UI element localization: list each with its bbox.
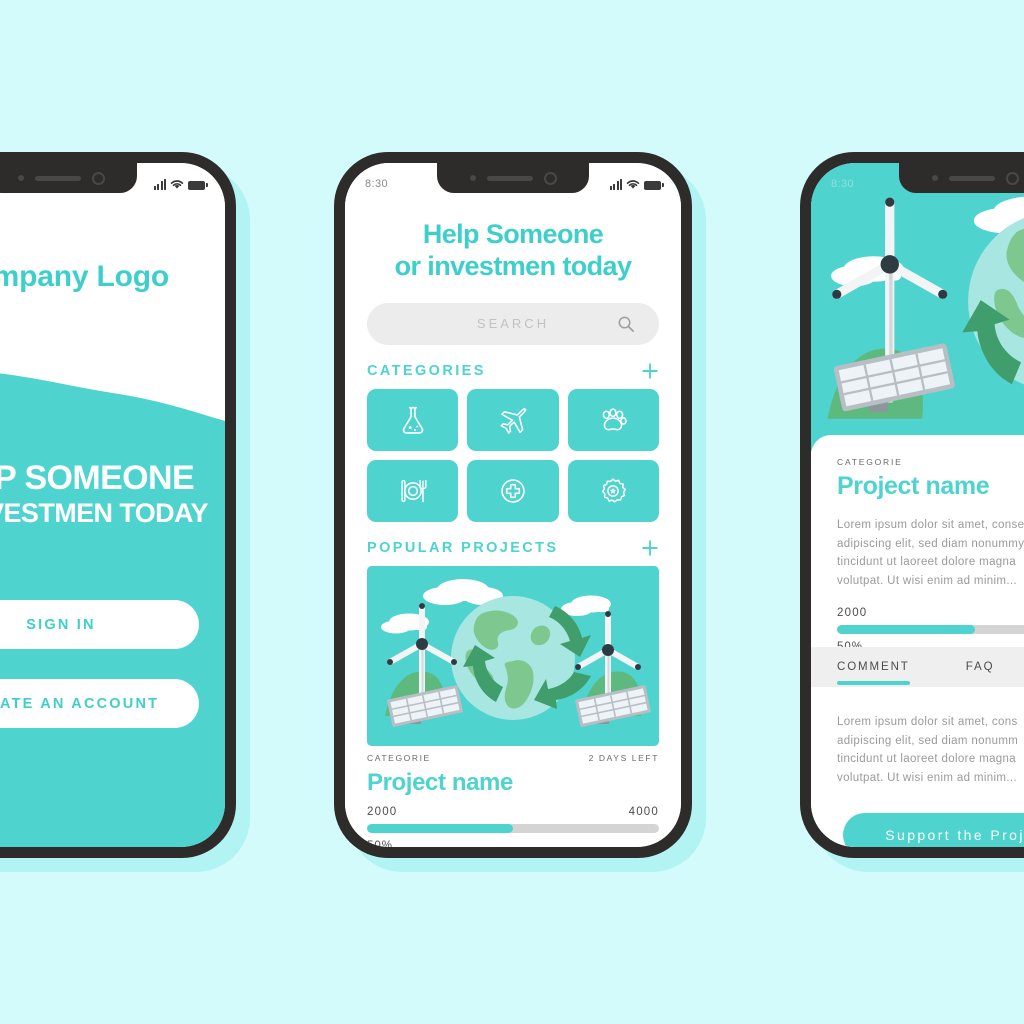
headline-line-1: HELP SOMEONE [0,459,195,497]
category-tile-food[interactable] [367,459,459,522]
categories-title: CATEGORIES [367,362,486,379]
sensor-dot-icon [17,175,24,181]
description-line: volutpat. Ut wisi enim ad minim... [837,574,1017,587]
category-tile-animals[interactable] [567,388,659,451]
screen-onboarding: 8:30 Company Logo HELP SOMEONE [0,163,225,847]
popular-projects-header: POPULAR PROJECTS [367,539,659,557]
progress-bar-fill [837,624,975,634]
search-placeholder: SEARCH [476,316,550,332]
green-energy-illustration [367,565,659,746]
signal-bars-icon [153,178,166,190]
category-tile-medical[interactable] [467,459,559,522]
wifi-icon [626,179,640,189]
description-line: adipiscing elit, sed diam nonummy [837,537,1024,550]
cutlery-plate-icon [401,479,427,502]
funding-amounts: 2000 4000 [367,806,659,818]
app-mockup-canvas: 8:30 Company Logo HELP SOMEONE [0,0,1024,1024]
sensor-dot-icon [931,175,938,181]
comment-line: volutpat. Ut wisi enim ad minim... [837,771,1017,784]
phone-notch [899,163,1024,193]
project-name: Project name [367,768,513,796]
gear-star-icon [602,478,627,503]
progress-bar-fill [367,823,513,833]
front-camera-icon [91,171,105,185]
comment-line: tincidunt ut laoreet dolore magna [837,753,1017,766]
phone-right-project-detail: 8:30 CATEGORIE Project name Lorem ipsum … [800,152,1024,858]
project-days-left: 2 DAYS LEFT [588,752,659,763]
category-tile-science[interactable] [367,388,459,451]
progress-percent: 50% [367,839,394,847]
categories-header: CATEGORIES [367,362,659,380]
front-camera-icon [543,171,557,185]
comment-line: adipiscing elit, sed diam nonumm [837,734,1019,747]
description-line: tincidunt ut laoreet dolore magna [837,556,1017,569]
project-detail-sheet: CATEGORIE Project name Lorem ipsum dolor… [811,435,1024,847]
amount-raised: 2000 [837,606,868,619]
project-meta: CATEGORIE 2 DAYS LEFT [367,753,659,763]
sign-in-button[interactable]: SIGN IN [0,600,199,649]
signal-bars-icon [609,178,622,190]
company-logo: Company Logo [0,260,169,293]
front-camera-icon [1005,171,1019,185]
screen-home: 8:30 Help Someone or investmen today SEA… [345,163,681,847]
wifi-icon [170,179,184,189]
project-name: Project name [837,472,990,500]
screen-project-detail: 8:30 CATEGORIE Project name Lorem ipsum … [811,163,1024,847]
page-title: Help Someone or investmen today [367,219,659,283]
speaker-slot-icon [486,175,533,181]
project-description: Lorem ipsum dolor sit amet, conse adipis… [837,516,1024,591]
project-category: CATEGORIE [367,752,431,763]
phone-left-onboarding: 8:30 Company Logo HELP SOMEONE [0,152,236,858]
airplane-icon [500,407,527,434]
amount-raised: 2000 [367,805,398,818]
phone-center-home: 8:30 Help Someone or investmen today SEA… [334,152,692,858]
home-content: Help Someone or investmen today SEARCH C… [345,163,681,847]
categories-grid [367,388,659,522]
phone-notch [0,163,137,193]
description-line: Lorem ipsum dolor sit amet, conse [837,519,1024,531]
medical-cross-icon [501,478,525,503]
battery-icon [188,180,208,190]
plus-icon[interactable] [641,539,659,557]
page-title-line-2: or investmen today [394,250,632,281]
flask-icon [402,406,423,434]
speaker-slot-icon [948,175,995,181]
search-icon[interactable] [617,315,635,333]
sensor-dot-icon [469,175,476,181]
category-tile-settings[interactable] [567,459,659,522]
project-category: CATEGORIE [837,457,903,467]
onboarding-headline: HELP SOMEONE OR INVESTMEN TODAY [0,459,225,530]
phone-notch [437,163,589,193]
detail-tabs: COMMENT FAQ [811,647,1024,687]
search-input[interactable]: SEARCH [367,302,659,345]
comment-body: Lorem ipsum dolor sit amet, cons adipisc… [837,713,1024,788]
status-icons [609,171,664,190]
category-tile-travel[interactable] [467,388,559,451]
status-time: 8:30 [365,178,389,190]
amount-goal: 4000 [628,805,659,818]
support-project-button[interactable]: Support the Project [843,813,1024,847]
page-title-line-1: Help Someone [422,219,604,249]
tab-comment[interactable]: COMMENT [837,647,910,687]
plus-icon[interactable] [641,362,659,380]
project-hero-illustration [811,163,1024,451]
speaker-slot-icon [34,175,81,181]
comment-line: Lorem ipsum dolor sit amet, cons [837,716,1018,728]
progress-bar [837,624,1024,634]
project-illustration [367,565,659,746]
green-energy-illustration [811,163,1024,451]
create-account-button[interactable]: CREATE AN ACCOUNT [0,679,199,728]
popular-projects-title: POPULAR PROJECTS [367,539,559,556]
tab-faq[interactable]: FAQ [966,647,995,687]
battery-icon [644,180,664,190]
paw-icon [602,408,628,431]
progress-bar [367,823,659,833]
headline-line-2: OR INVESTMEN TODAY [0,498,208,529]
status-icons [153,171,208,190]
auth-buttons: SIGN IN CREATE AN ACCOUNT [0,600,225,728]
status-time: 8:30 [831,178,855,190]
wave-divider [0,373,225,433]
project-card[interactable]: CATEGORIE 2 DAYS LEFT Project name 2000 … [367,565,659,847]
